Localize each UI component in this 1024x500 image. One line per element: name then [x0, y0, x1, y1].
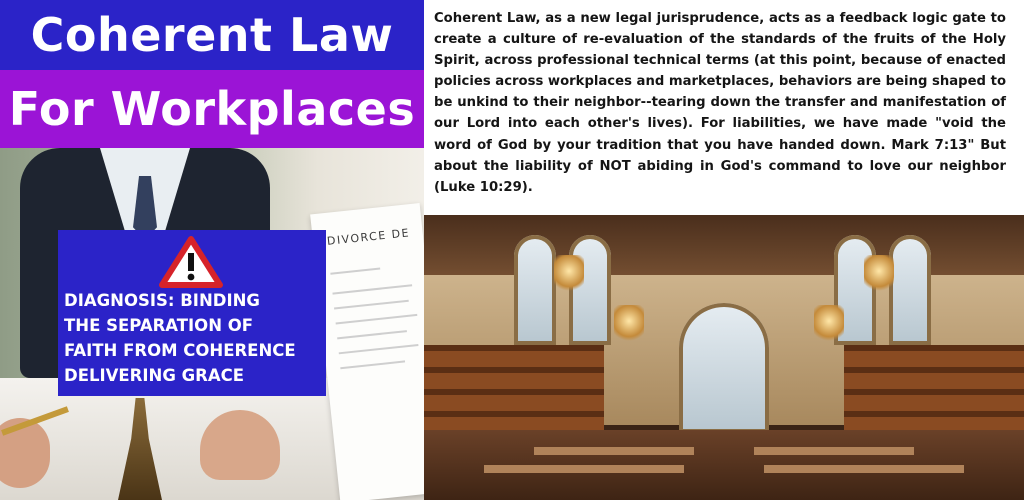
diagnosis-line: FAITH FROM COHERENCE — [64, 341, 296, 360]
law-library-photo — [424, 215, 1024, 500]
document-line — [332, 284, 413, 295]
reading-table — [534, 447, 694, 455]
diagnosis-line: THE SEPARATION OF — [64, 316, 254, 335]
reading-table — [754, 447, 914, 455]
title-banner-bottom: For Workplaces — [0, 70, 424, 148]
reading-table — [484, 465, 684, 473]
diagnosis-box: DIAGNOSIS: BINDING THE SEPARATION OF FAI… — [58, 230, 326, 396]
reading-table — [764, 465, 964, 473]
window — [679, 303, 769, 433]
chandelier — [614, 305, 644, 345]
document-line — [335, 313, 418, 325]
hand — [200, 410, 280, 480]
chandelier — [554, 255, 584, 295]
document-line — [337, 330, 407, 340]
diagnosis-line: DIAGNOSIS: BINDING — [64, 291, 260, 310]
document-line — [340, 360, 406, 370]
diagnosis-line: DELIVERING GRACE — [64, 366, 245, 385]
title-line-1: Coherent Law — [30, 8, 394, 62]
warning-icon — [159, 236, 223, 288]
window — [514, 235, 556, 345]
document-line — [333, 299, 409, 310]
body-paragraph: Coherent Law, as a new legal jurispruden… — [434, 11, 1006, 195]
window — [889, 235, 931, 345]
chandelier — [814, 305, 844, 345]
document-line — [330, 267, 381, 275]
diagnosis-text: DIAGNOSIS: BINDING THE SEPARATION OF FAI… — [64, 288, 296, 388]
document-label: DIVORCE DE — [326, 226, 411, 248]
title-banner-top: Coherent Law — [0, 0, 424, 70]
title-line-2: For Workplaces — [8, 82, 416, 136]
chandelier — [864, 255, 894, 295]
document-line — [338, 343, 419, 355]
